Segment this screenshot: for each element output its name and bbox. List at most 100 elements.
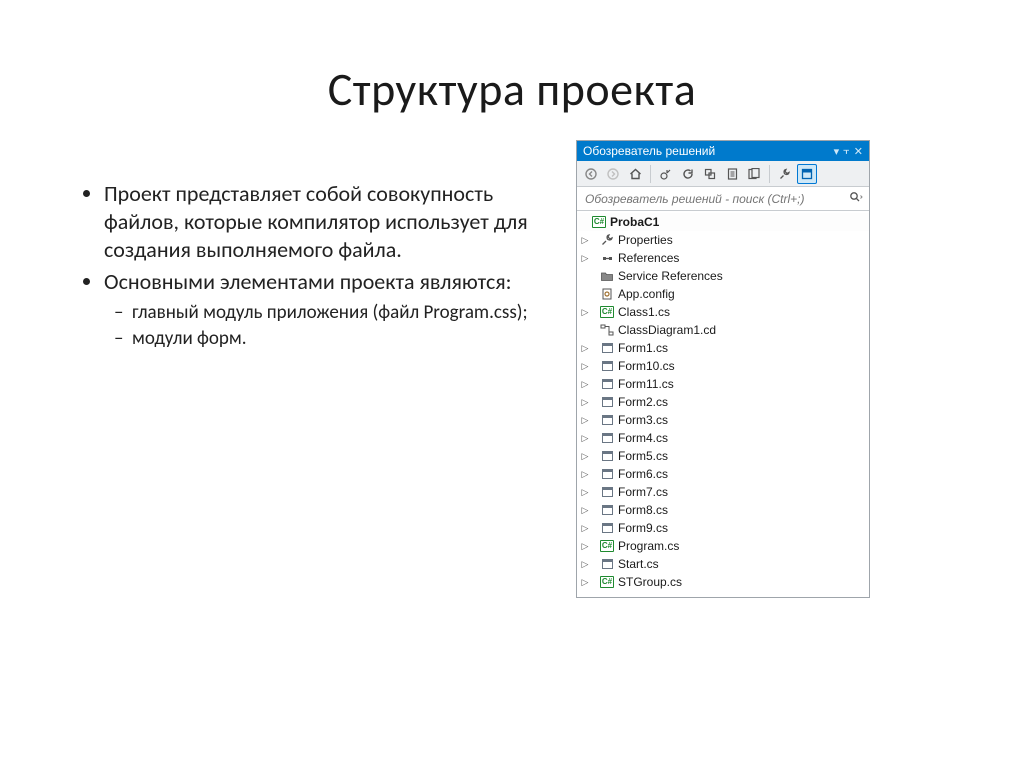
tree-item[interactable]: ClassDiagram1.cd [577, 321, 869, 339]
expander-icon[interactable]: ▷ [580, 505, 590, 516]
tree-item-label: Form2.cs [618, 395, 668, 409]
toolbar-separator-2 [769, 165, 770, 183]
form-icon [599, 377, 615, 391]
tree-item[interactable]: ▷ Properties [577, 231, 869, 249]
expander-icon[interactable]: ▷ [580, 235, 590, 246]
form-icon [599, 341, 615, 355]
search-bar[interactable] [577, 187, 869, 211]
expander-icon[interactable]: ▷ [580, 451, 590, 462]
toolbar-separator [650, 165, 651, 183]
tree-item[interactable]: ▷Form9.cs [577, 519, 869, 537]
sync-button[interactable] [656, 164, 676, 184]
bullet-2-label: Основными элементами проекта являются: [104, 268, 512, 295]
form-icon [599, 449, 615, 463]
bullet-1: Проект представляет собой совокупность ф… [104, 180, 560, 264]
tree-item-label: Form8.cs [618, 503, 668, 517]
close-icon[interactable]: ✕ [854, 145, 863, 158]
expander-icon[interactable]: ▷ [580, 541, 590, 552]
tree-item-label: App.config [618, 287, 675, 301]
expander-icon[interactable]: ▷ [580, 379, 590, 390]
expander-icon[interactable]: ▷ [580, 487, 590, 498]
show-all-files-button[interactable] [722, 164, 742, 184]
form-icon [599, 413, 615, 427]
preview-button[interactable] [744, 164, 764, 184]
form-icon [599, 521, 615, 535]
tree-item-label: Form7.cs [618, 485, 668, 499]
expander-icon[interactable]: ▷ [580, 343, 590, 354]
tree-item[interactable]: App.config [577, 285, 869, 303]
expander-icon[interactable]: ▷ [580, 253, 590, 264]
form-icon [599, 467, 615, 481]
forward-button[interactable] [603, 164, 623, 184]
tree-item[interactable]: ▷C#Program.cs [577, 537, 869, 555]
tree-item[interactable]: ▷ C#STGroup.cs [577, 573, 869, 591]
tree-item[interactable]: ▷ Form7.cs [577, 483, 869, 501]
csproj-icon: C# [591, 215, 607, 229]
expander-icon[interactable]: ▷ [580, 361, 590, 372]
bullet-list: Проект представляет собой совокупность ф… [80, 180, 560, 351]
panel-title-text: Обозреватель решений [583, 144, 715, 158]
tree-item[interactable]: Service References [577, 267, 869, 285]
expander-icon[interactable]: ▷ [580, 559, 590, 570]
tree-item[interactable]: ▷ References [577, 249, 869, 267]
wrench-icon [599, 233, 615, 247]
tree-item-label: References [618, 251, 679, 265]
tree-item-label: STGroup.cs [618, 575, 682, 589]
tree-item[interactable]: ▷ Form2.cs [577, 393, 869, 411]
search-icon[interactable] [849, 191, 863, 206]
diagram-icon [599, 323, 615, 337]
expander-icon[interactable]: ▷ [580, 469, 590, 480]
tree-item-label: Service References [618, 269, 723, 283]
expander-icon[interactable]: ▷ [580, 397, 590, 408]
tree-item[interactable]: ▷ Form10.cs [577, 357, 869, 375]
tree-item-label: Form11.cs [618, 377, 674, 391]
tree-item-label: ClassDiagram1.cd [618, 323, 716, 337]
tree-item-label: Form1.cs [618, 341, 668, 355]
cs-icon: C# [599, 305, 615, 319]
tree-item-label: Form10.cs [618, 359, 675, 373]
tree-item[interactable]: ▷C#Class1.cs [577, 303, 869, 321]
expander-icon[interactable]: ▷ [580, 577, 590, 588]
expander-icon[interactable]: ▷ [580, 523, 590, 534]
sub-bullet-list: главный модуль приложения (файл Program.… [104, 301, 560, 352]
refs-icon [599, 251, 615, 265]
solution-explorer-panel: Обозреватель решений ▾ ⫟ ✕ [576, 140, 870, 598]
tree-item-label: Properties [618, 233, 673, 247]
properties-button[interactable] [775, 164, 795, 184]
tree-item-label: Program.cs [618, 539, 679, 553]
dropdown-icon[interactable]: ▾ [834, 145, 840, 158]
refresh-button[interactable] [678, 164, 698, 184]
cs-icon: C# [599, 575, 615, 589]
tree-item-label: Start.cs [618, 557, 659, 571]
tree-item[interactable]: ▷ Start.cs [577, 555, 869, 573]
panel-titlebar[interactable]: Обозреватель решений ▾ ⫟ ✕ [577, 141, 869, 161]
expander-icon[interactable]: ▷ [580, 307, 590, 318]
search-input[interactable] [583, 191, 835, 207]
tree-item[interactable]: ▷ Form8.cs [577, 501, 869, 519]
tree-item-label: Form5.cs [618, 449, 668, 463]
form-icon [599, 503, 615, 517]
tree-item[interactable]: ▷ Form5.cs [577, 447, 869, 465]
sub-bullet-2: модули форм. [132, 327, 560, 351]
back-button[interactable] [581, 164, 601, 184]
slide: Структура проекта Проект представляет со… [0, 0, 1024, 768]
tree-item[interactable]: ▷ Form6.cs [577, 465, 869, 483]
home-button[interactable] [625, 164, 645, 184]
expander-icon[interactable]: ▷ [580, 415, 590, 426]
form-icon [599, 431, 615, 445]
project-name: ProbaC1 [610, 215, 659, 229]
pin-icon[interactable]: ⫟ [843, 145, 850, 158]
tree-item[interactable]: ▷ Form1.cs [577, 339, 869, 357]
view-button-active[interactable] [797, 164, 817, 184]
tree-item[interactable]: ▷ Form11.cs [577, 375, 869, 393]
tree-item-label: Form6.cs [618, 467, 668, 481]
tree-project-root[interactable]: C# ProbaC1 [577, 213, 869, 231]
panel-toolbar [577, 161, 869, 187]
form-icon [599, 359, 615, 373]
tree-item[interactable]: ▷Form4.cs [577, 429, 869, 447]
solution-tree: C# ProbaC1 ▷ Properties ▷ References Service… [577, 211, 869, 597]
expander-icon[interactable]: ▷ [580, 433, 590, 444]
collapse-all-button[interactable] [700, 164, 720, 184]
body-text: Проект представляет собой совокупность ф… [80, 180, 560, 355]
tree-item[interactable]: ▷Form3.cs [577, 411, 869, 429]
